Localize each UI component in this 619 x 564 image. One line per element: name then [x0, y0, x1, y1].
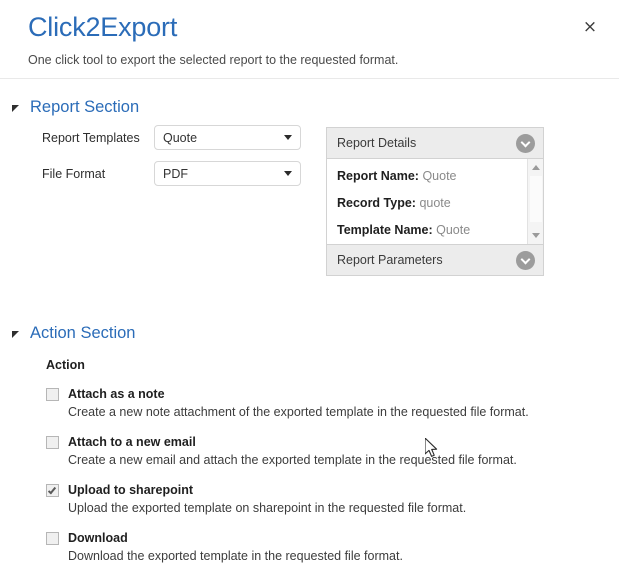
action-option-texts: Attach as a note Create a new note attac… — [68, 386, 529, 420]
file-format-label: File Format — [42, 166, 106, 181]
action-option-title: Attach to a new email — [68, 435, 196, 449]
action-option-attach-as-note[interactable]: Attach as a note Create a new note attac… — [46, 386, 619, 420]
report-section-title: Report Section — [30, 98, 140, 116]
file-format-value: PDF — [163, 166, 188, 181]
report-details-body: Report Name: Quote Record Type: quote Te… — [327, 159, 543, 244]
file-format-select[interactable]: PDF — [154, 161, 301, 186]
report-parameters-title: Report Parameters — [337, 253, 443, 267]
scrollbar-thumb[interactable] — [530, 176, 542, 222]
action-section-header[interactable]: Action Section — [0, 323, 619, 343]
action-option-title: Upload to sharepoint — [68, 483, 193, 497]
action-option-description: Create a new note attachment of the expo… — [68, 405, 529, 419]
report-templates-value: Quote — [163, 130, 198, 145]
detail-template-name: Template Name: Quote — [337, 222, 543, 238]
chevron-down-icon — [284, 171, 292, 176]
report-details-header[interactable]: Report Details — [327, 128, 543, 159]
detail-record-type-key: Record Type: — [337, 196, 416, 210]
action-option-upload-to-sharepoint[interactable]: Upload to sharepoint Upload the exported… — [46, 482, 619, 516]
report-parameters-header[interactable]: Report Parameters — [327, 244, 543, 275]
chevron-down-circle-icon[interactable] — [516, 133, 535, 153]
report-details-scrollbar[interactable] — [527, 159, 543, 244]
report-templates-select[interactable]: Quote — [154, 125, 301, 150]
action-option-texts: Attach to a new email Create a new email… — [68, 434, 517, 468]
scroll-up-arrow-icon[interactable] — [531, 165, 540, 170]
dialog-header: Click2Export One click tool to export th… — [0, 0, 619, 68]
checkbox-attach-as-note[interactable] — [46, 388, 59, 401]
checkbox-attach-to-new-email[interactable] — [46, 436, 59, 449]
detail-report-name-key: Report Name: — [337, 169, 419, 183]
header-divider — [0, 78, 619, 79]
report-section-body: Report Templates Quote File Format PDF R… — [0, 125, 619, 305]
report-templates-label: Report Templates — [42, 130, 140, 145]
checkbox-download[interactable] — [46, 532, 59, 545]
detail-template-name-key: Template Name: — [337, 223, 433, 237]
detail-report-name-value: Quote — [422, 169, 457, 183]
action-section-title: Action Section — [30, 324, 136, 342]
collapse-triangle-icon[interactable] — [12, 104, 19, 112]
checkbox-upload-to-sharepoint[interactable] — [46, 484, 59, 497]
report-section-header[interactable]: Report Section — [0, 97, 619, 117]
action-option-title: Download — [68, 531, 128, 545]
report-details-title: Report Details — [337, 136, 417, 150]
page-title: Click2Export — [28, 12, 178, 42]
action-option-texts: Upload to sharepoint Upload the exported… — [68, 482, 466, 516]
chevron-down-icon — [284, 135, 292, 140]
close-icon[interactable]: × — [579, 16, 601, 38]
action-option-title: Attach as a note — [68, 387, 165, 401]
action-option-description: Create a new email and attach the export… — [68, 453, 517, 467]
detail-template-name-value: Quote — [436, 223, 471, 237]
report-accordion: Report Details Report Name: Quote Record… — [326, 127, 544, 276]
action-option-attach-to-new-email[interactable]: Attach to a new email Create a new email… — [46, 434, 619, 468]
action-option-description: Download the exported template in the re… — [68, 549, 403, 563]
scroll-down-arrow-icon[interactable] — [531, 233, 540, 238]
page-subtitle: One click tool to export the selected re… — [28, 53, 399, 67]
action-option-description: Upload the exported template on sharepoi… — [68, 501, 467, 515]
action-caption: Action — [46, 358, 85, 372]
collapse-triangle-icon[interactable] — [12, 330, 19, 338]
action-option-download[interactable]: Download Download the exported template … — [46, 530, 619, 564]
detail-record-type: Record Type: quote — [337, 195, 543, 211]
detail-record-type-value: quote — [419, 196, 451, 210]
action-option-texts: Download Download the exported template … — [68, 530, 403, 564]
detail-report-name: Report Name: Quote — [337, 168, 543, 184]
chevron-down-circle-icon[interactable] — [516, 250, 535, 270]
action-section-body: Action Attach as a note Create a new not… — [0, 357, 619, 564]
